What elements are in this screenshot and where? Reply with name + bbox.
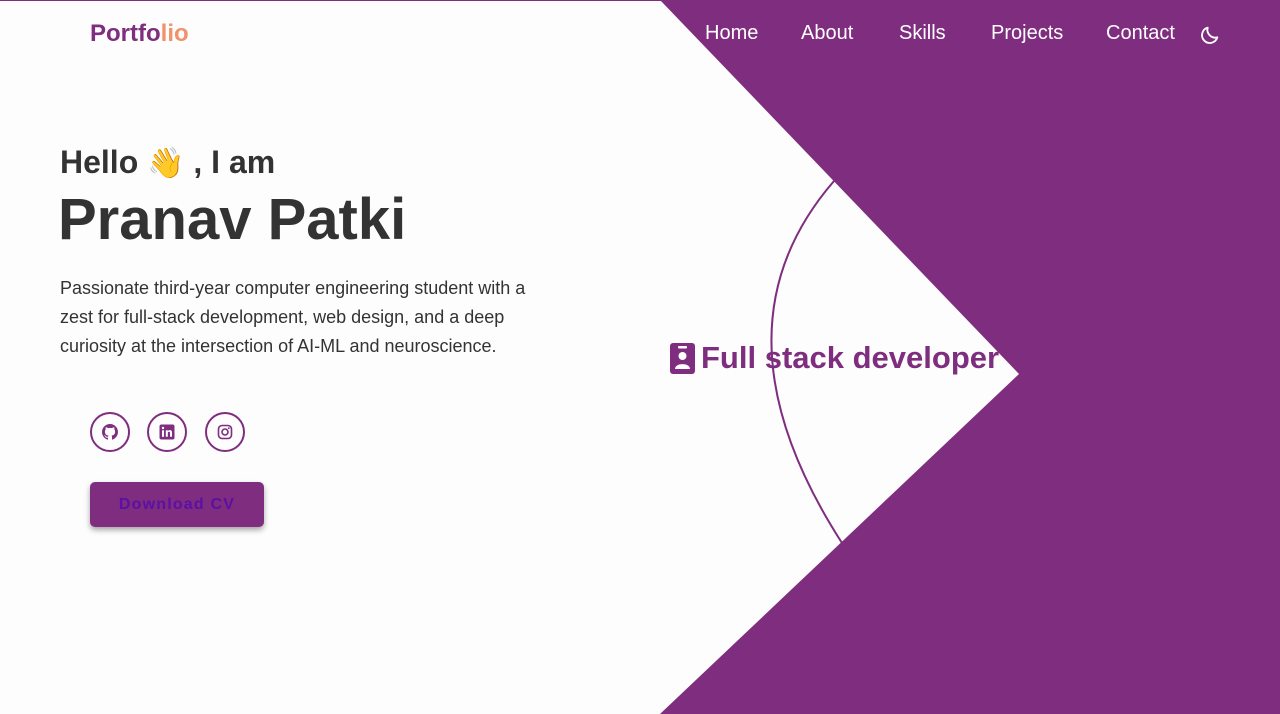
linkedin-link[interactable] <box>147 412 187 452</box>
nav-item-contact[interactable]: Contact <box>1106 22 1175 45</box>
github-link[interactable] <box>90 412 130 452</box>
nav-item-skills[interactable]: Skills <box>899 22 946 45</box>
download-cv-button[interactable]: Download CV <box>90 482 264 527</box>
github-icon <box>102 424 118 440</box>
moon-icon <box>1201 26 1219 44</box>
main-nav: Home About Skills Projects Contact <box>0 22 1280 52</box>
nav-item-projects[interactable]: Projects <box>991 22 1063 45</box>
nav-item-home[interactable]: Home <box>705 22 758 45</box>
linkedin-icon <box>159 424 175 440</box>
theme-toggle-button[interactable] <box>1199 24 1223 48</box>
role-text: Full stack developer <box>701 340 1000 375</box>
hero-name: Pranav Patki <box>58 187 407 252</box>
greeting-prefix: Hello <box>60 144 139 180</box>
portfolio-page: Portfolio Home About Skills Projects Con… <box>0 0 1280 714</box>
greeting: Hello 👋 , I am <box>60 144 275 181</box>
nav-item-about[interactable]: About <box>801 22 853 45</box>
instagram-icon <box>217 424 233 440</box>
top-border <box>0 0 1280 1</box>
hero-bio: Passionate third-year computer engineeri… <box>60 278 526 356</box>
instagram-link[interactable] <box>205 412 245 452</box>
waving-hand-icon: 👋 <box>147 147 185 180</box>
id-badge-icon <box>670 342 695 374</box>
greeting-suffix: , I am <box>193 144 276 180</box>
role-label: Full stack developer <box>670 340 999 376</box>
